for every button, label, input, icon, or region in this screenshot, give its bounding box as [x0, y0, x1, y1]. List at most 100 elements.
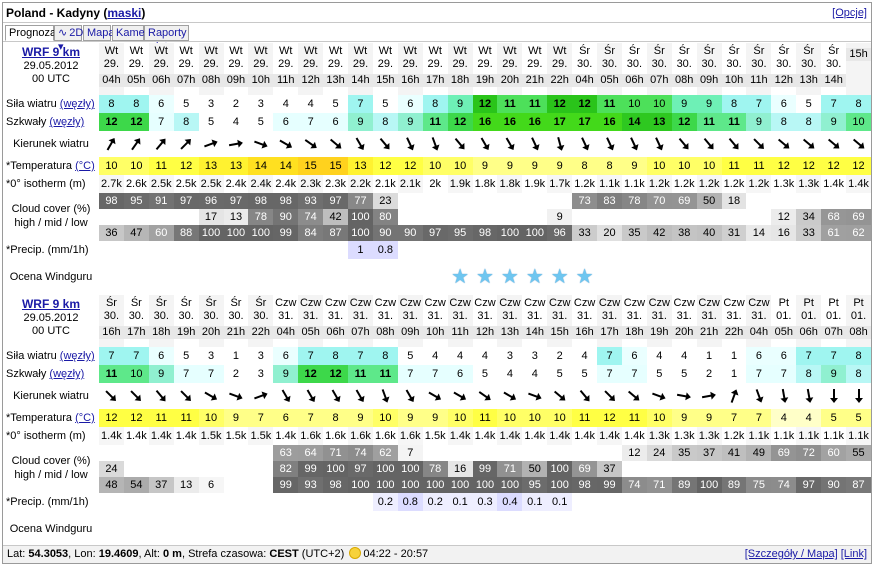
wind-cell: 6	[771, 95, 797, 113]
rating-row: ★ ★ ★ ★ ★ ★	[99, 259, 871, 295]
options-link[interactable]: [Opcje]	[832, 7, 867, 19]
gust-cell: 8	[771, 113, 797, 131]
gust-cell: 3	[248, 365, 274, 383]
tab-prognoza[interactable]: Prognoza	[5, 25, 56, 41]
star-icon: ★	[451, 266, 470, 288]
wind-unit-link[interactable]: (węzły)	[60, 98, 95, 110]
wind-arrow-icon	[124, 131, 149, 157]
cloud-cell	[123, 461, 149, 477]
tab-mapa[interactable]: Mapa	[83, 25, 115, 41]
cloud-cell: 89	[671, 477, 697, 493]
wind-cell: 3	[522, 347, 548, 365]
gust-cell: 8	[372, 113, 398, 131]
cloud-cell: 74	[348, 445, 373, 461]
rating-cell	[746, 259, 771, 295]
day-label: Śr	[205, 297, 217, 309]
gust-cell: 17	[547, 113, 573, 131]
precip-row: 0.2 0.8 0.2 0.1 0.3 0.4 0.1 0.1	[99, 493, 871, 511]
star-icon: ★	[476, 266, 494, 288]
wind-arrow-icon	[672, 131, 697, 157]
date-label: 29.	[103, 58, 120, 70]
lon-label: , Lon:	[68, 548, 99, 560]
temp-cell: 7	[746, 409, 772, 427]
gust-cell: 16	[597, 113, 622, 131]
tab-raporty-wiatrowe[interactable]: Raporty wiatrowe	[144, 25, 191, 53]
time-cell: Wt 29. 17h	[422, 43, 448, 95]
hour-label: 12h	[771, 74, 797, 87]
wind-cell: 5	[372, 95, 398, 113]
day-label: Śr	[628, 45, 640, 57]
details-link[interactable]: [Szczegóły / Mapa]	[745, 548, 838, 560]
cloud-cell: 89	[721, 477, 747, 493]
iso-cell: 1.4k	[447, 427, 473, 445]
day-label: Czw	[573, 297, 596, 309]
cloud-row: 24 48 54 37 13 6 63 82 99 64 99 93 71 100 98 74 97 100 62 1…	[99, 445, 871, 493]
cloud-cell	[497, 193, 523, 209]
date-label: 30.	[576, 58, 593, 70]
hour-label: 18h	[447, 74, 473, 87]
iso-cell: 2.4k	[248, 175, 274, 193]
time-cell: Pt 01. 06h	[796, 295, 822, 347]
rating-cell	[547, 511, 572, 547]
cloud-cell: 40	[696, 225, 722, 241]
temp-cell: 12	[846, 157, 871, 175]
cloud-cell: 62	[372, 445, 398, 461]
permalink[interactable]: [Link]	[841, 548, 867, 560]
hour-label: 21h	[696, 326, 722, 339]
row-label-temp: *Temperatura (°C)	[3, 157, 99, 175]
cloud-cell: 95	[522, 477, 548, 493]
hour-label: 14h	[348, 74, 373, 87]
tab-kamery[interactable]: Kamery	[112, 25, 154, 41]
cloud-cell	[821, 461, 847, 477]
cloud-cell: 50	[522, 461, 548, 477]
wind-cell: 6	[148, 347, 174, 365]
time-cell: Pt 01. 07h	[821, 295, 847, 347]
iso-cell: 1.5k	[248, 427, 274, 445]
cloud-cell: 100	[348, 225, 373, 241]
rating-cell	[771, 511, 796, 547]
iso-cell: 1.6k	[323, 427, 349, 445]
cloud-cell: 38	[671, 225, 697, 241]
cloud-cell	[746, 461, 772, 477]
cloud-cell: 69	[846, 209, 871, 225]
model-link[interactable]: WRF 9 km	[22, 45, 80, 59]
hour-label: 06h	[323, 326, 349, 339]
hour-label: 06h	[148, 74, 174, 87]
cloud-cell: 49	[746, 445, 772, 461]
cloud-cell	[472, 209, 498, 225]
day-label: Pt	[778, 297, 790, 309]
wind-arrow-icon	[473, 383, 498, 409]
temp-unit-link[interactable]: (°C)	[75, 412, 95, 424]
cloud-cell: 99	[273, 225, 299, 241]
mask-link[interactable]: maski	[107, 6, 141, 20]
tab-2d[interactable]: ∿ 2D ▾	[54, 25, 83, 53]
sunrise-sunset: 04:22 - 20:57	[363, 548, 429, 560]
temp-cell: 13	[198, 157, 224, 175]
date-label: 29.	[228, 58, 244, 70]
cloud-cell: 33	[572, 225, 598, 241]
temp-cell: 4	[771, 409, 797, 427]
precip-cell	[224, 493, 249, 511]
cloud-cell: 16	[447, 461, 473, 477]
iso-cell: 1.4k	[522, 427, 548, 445]
cloud-cell: 77	[348, 193, 373, 209]
row-label-precip: *Precip. (mm/1h)	[6, 244, 89, 256]
sun-icon	[349, 547, 362, 559]
model-link[interactable]: WRF 9 km	[22, 297, 80, 311]
precip-cell	[622, 241, 647, 259]
hour-label: 19h	[472, 74, 498, 87]
cloud-cell	[547, 193, 573, 209]
wind-arrow-icon	[597, 383, 622, 409]
cloud-cell: 16	[771, 225, 797, 241]
cloud-cell	[198, 461, 224, 477]
cloud-cell: 13	[173, 477, 199, 493]
iso-cell: 1.8k	[497, 175, 523, 193]
temp-unit-link[interactable]: (°C)	[75, 160, 95, 172]
gust-unit-link[interactable]: (węzły)	[49, 116, 84, 128]
cloud-cell	[721, 209, 747, 225]
day-label: Śr	[180, 297, 192, 309]
wind-cell: 1	[696, 347, 722, 365]
wind-unit-link[interactable]: (węzły)	[60, 350, 95, 362]
gust-unit-link[interactable]: (węzły)	[49, 368, 84, 380]
cloud-cell: 69	[771, 445, 797, 461]
